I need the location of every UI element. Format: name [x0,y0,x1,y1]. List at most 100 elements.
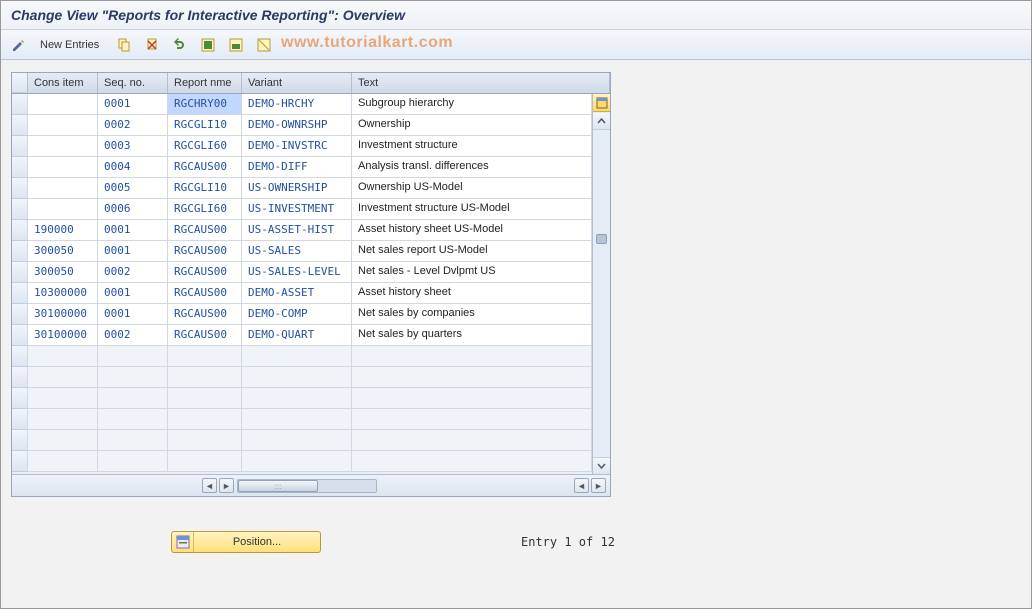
cell-report-name[interactable]: RGCAUS00 [168,220,242,241]
row-selector[interactable] [12,346,28,367]
scroll-up-button[interactable] [593,113,610,130]
cell-text[interactable]: Ownership [352,115,592,136]
cell-variant[interactable]: DEMO-OWNRSHP [242,115,352,136]
hscroll-left-button-2[interactable]: ◄ [574,478,589,493]
cell-cons-item[interactable] [28,94,98,115]
row-selector[interactable] [12,388,28,409]
delete-button[interactable] [140,34,164,56]
row-selector[interactable] [12,241,28,262]
cell-report-name[interactable]: RGCAUS00 [168,241,242,262]
header-selector[interactable] [12,73,28,93]
cell-seq-no[interactable]: 0004 [98,157,168,178]
row-selector[interactable] [12,451,28,472]
table-settings-button[interactable] [593,94,610,112]
cell-cons-item[interactable] [28,199,98,220]
cell-report-name[interactable] [168,451,242,472]
cell-report-name[interactable] [168,367,242,388]
cell-cons-item[interactable] [28,409,98,430]
cell-text[interactable]: Net sales by quarters [352,325,592,346]
new-entries-button[interactable]: New Entries [35,34,108,56]
row-selector[interactable] [12,220,28,241]
cell-seq-no[interactable]: 0001 [98,283,168,304]
cell-cons-item[interactable] [28,115,98,136]
deselect-all-button[interactable] [252,34,276,56]
cell-variant[interactable]: DEMO-ASSET [242,283,352,304]
cell-variant[interactable]: US-OWNERSHIP [242,178,352,199]
row-selector[interactable] [12,199,28,220]
undo-button[interactable] [168,34,192,56]
cell-text[interactable] [352,409,592,430]
cell-variant[interactable] [242,430,352,451]
cell-cons-item[interactable] [28,430,98,451]
cell-text[interactable]: Net sales - Level Dvlpmt US [352,262,592,283]
cell-text[interactable]: Subgroup hierarchy [352,94,592,115]
hscroll-thumb[interactable]: ::: [238,480,318,492]
cell-report-name[interactable]: RGCAUS00 [168,283,242,304]
cell-seq-no[interactable]: 0002 [98,262,168,283]
cell-report-name[interactable]: RGCAUS00 [168,262,242,283]
row-selector[interactable] [12,325,28,346]
cell-report-name[interactable] [168,388,242,409]
cell-cons-item[interactable]: 10300000 [28,283,98,304]
cell-seq-no[interactable] [98,409,168,430]
row-selector[interactable] [12,283,28,304]
cell-seq-no[interactable]: 0001 [98,94,168,115]
cell-variant[interactable] [242,409,352,430]
scroll-marker[interactable] [596,234,607,244]
row-selector[interactable] [12,94,28,115]
col-cons-item[interactable]: Cons item [28,73,98,93]
cell-variant[interactable]: US-SALES [242,241,352,262]
cell-cons-item[interactable]: 300050 [28,241,98,262]
copy-button[interactable] [112,34,136,56]
cell-seq-no[interactable]: 0002 [98,115,168,136]
cell-seq-no[interactable]: 0001 [98,304,168,325]
cell-seq-no[interactable]: 0006 [98,199,168,220]
cell-variant[interactable]: DEMO-COMP [242,304,352,325]
cell-report-name[interactable] [168,409,242,430]
cell-variant[interactable]: DEMO-HRCHY [242,94,352,115]
cell-seq-no[interactable] [98,388,168,409]
hscroll-left-button[interactable]: ◄ [202,478,217,493]
cell-text[interactable]: Net sales report US-Model [352,241,592,262]
cell-cons-item[interactable] [28,346,98,367]
cell-report-name[interactable]: RGCHRY00 [168,94,242,115]
cell-seq-no[interactable]: 0001 [98,220,168,241]
cell-report-name[interactable]: RGCAUS00 [168,304,242,325]
cell-text[interactable]: Investment structure US-Model [352,199,592,220]
cell-cons-item[interactable] [28,388,98,409]
cell-variant[interactable] [242,451,352,472]
cell-seq-no[interactable] [98,346,168,367]
row-selector[interactable] [12,157,28,178]
cell-cons-item[interactable] [28,367,98,388]
cell-variant[interactable]: US-SALES-LEVEL [242,262,352,283]
cell-seq-no[interactable]: 0002 [98,325,168,346]
cell-report-name[interactable]: RGCGLI60 [168,136,242,157]
cell-variant[interactable]: DEMO-DIFF [242,157,352,178]
cell-variant[interactable]: DEMO-INVSTRC [242,136,352,157]
cell-variant[interactable] [242,367,352,388]
position-button[interactable]: Position... [171,531,321,553]
scroll-down-button[interactable] [593,457,610,474]
cell-text[interactable] [352,388,592,409]
cell-variant[interactable] [242,346,352,367]
cell-cons-item[interactable] [28,451,98,472]
col-text[interactable]: Text [352,73,610,93]
cell-text[interactable] [352,430,592,451]
hscroll-right-button[interactable]: ► [219,478,234,493]
cell-cons-item[interactable] [28,178,98,199]
cell-report-name[interactable]: RGCGLI10 [168,115,242,136]
cell-text[interactable] [352,346,592,367]
cell-text[interactable]: Analysis transl. differences [352,157,592,178]
col-variant[interactable]: Variant [242,73,352,93]
cell-text[interactable]: Asset history sheet [352,283,592,304]
select-all-button[interactable] [196,34,220,56]
select-block-button[interactable] [224,34,248,56]
cell-seq-no[interactable]: 0003 [98,136,168,157]
row-selector[interactable] [12,136,28,157]
cell-cons-item[interactable]: 190000 [28,220,98,241]
cell-report-name[interactable]: RGCGLI60 [168,199,242,220]
cell-report-name[interactable]: RGCAUS00 [168,157,242,178]
cell-report-name[interactable] [168,430,242,451]
cell-seq-no[interactable]: 0005 [98,178,168,199]
row-selector[interactable] [12,367,28,388]
